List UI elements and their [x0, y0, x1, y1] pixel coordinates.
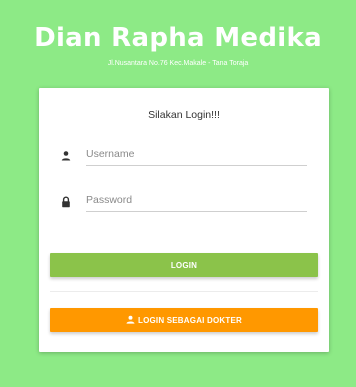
username-field	[61, 143, 318, 167]
brand-address: Jl.Nusantara No.76 Kec.Makale - Tana Tor…	[107, 60, 249, 67]
login-button[interactable]: LOGIN	[50, 253, 318, 277]
username-input[interactable]	[86, 143, 307, 166]
person-icon	[126, 310, 135, 324]
lock-icon	[61, 195, 71, 208]
login-heading: Silakan Login!!!	[148, 109, 220, 121]
password-field	[61, 189, 318, 213]
login-doctor-button[interactable]: LOGIN SEBAGAI DOKTER	[50, 308, 318, 332]
password-input[interactable]	[86, 189, 307, 212]
brand-title: Dian Rapha Medika	[34, 23, 322, 53]
login-card: Silakan Login!!! LOGIN LOGIN SEB	[39, 88, 329, 352]
login-doctor-button-label: LOGIN SEBAGAI DOKTER	[137, 316, 242, 325]
login-button-label: LOGIN	[170, 261, 198, 270]
divider	[50, 291, 318, 292]
person-icon	[61, 149, 71, 161]
